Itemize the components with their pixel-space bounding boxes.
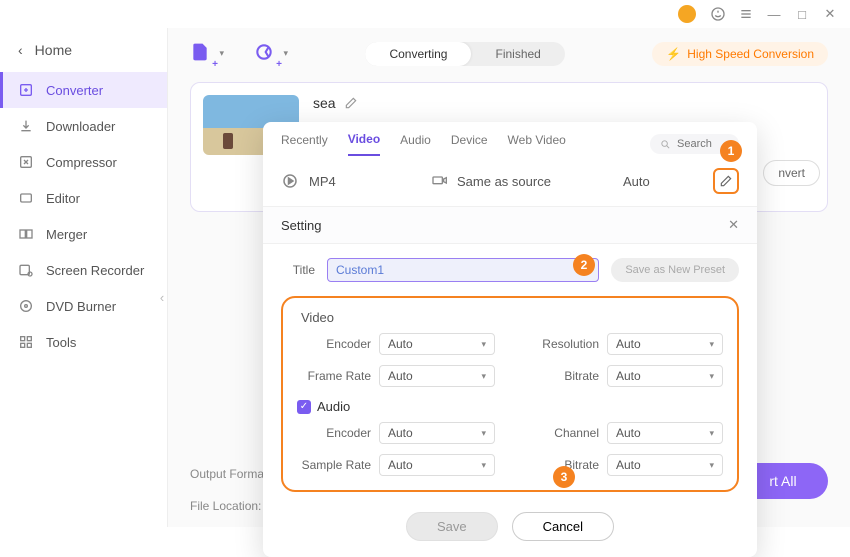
callout-2: 2 <box>573 254 595 276</box>
sidebar-item-converter[interactable]: Converter <box>0 72 167 108</box>
plus-icon: + <box>276 59 282 70</box>
setting-header-label: Setting <box>281 218 321 233</box>
source-icon <box>431 173 447 189</box>
audio-bitrate-select[interactable]: Auto▾ <box>607 454 723 476</box>
sidebar-item-label: Screen Recorder <box>46 263 144 278</box>
audio-checkbox[interactable]: ✓ <box>297 400 311 414</box>
sidebar-collapse-button[interactable]: ‹ <box>155 278 169 318</box>
tab-device[interactable]: Device <box>451 133 488 155</box>
titlebar: — □ ✕ <box>0 0 850 28</box>
support-icon[interactable] <box>710 6 726 22</box>
sidebar-item-label: Editor <box>46 191 80 206</box>
callout-3: 3 <box>553 466 575 488</box>
toolbar: + ▾ + ▾ Converting Finished ⚡ High Speed… <box>190 42 828 66</box>
tab-audio[interactable]: Audio <box>400 133 431 155</box>
output-format-label: Output Format: <box>190 467 271 481</box>
sidebar-item-compressor[interactable]: Compressor <box>0 144 167 180</box>
format-icon <box>281 172 299 190</box>
video-group-title: Video <box>301 310 723 325</box>
close-settings-icon[interactable]: ✕ <box>728 217 739 233</box>
convert-button-peek[interactable]: nvert <box>763 160 820 186</box>
sample-rate-label: Sample Rate <box>297 458 371 472</box>
video-bitrate-select[interactable]: Auto▾ <box>607 365 723 387</box>
high-speed-toggle[interactable]: ⚡ High Speed Conversion <box>652 42 828 66</box>
chevron-down-icon: ▾ <box>283 48 288 59</box>
tab-finished[interactable]: Finished <box>471 42 564 66</box>
edit-preset-button[interactable] <box>713 168 739 194</box>
plus-icon: + <box>212 59 218 70</box>
lightning-icon: ⚡ <box>666 47 681 61</box>
home-label: Home <box>35 42 72 58</box>
sidebar-item-downloader[interactable]: Downloader <box>0 108 167 144</box>
add-file-button[interactable]: + ▾ <box>190 42 214 66</box>
encoder-label: Encoder <box>297 337 371 351</box>
sidebar: ‹ Home Converter Downloader Compressor E… <box>0 28 168 527</box>
download-icon <box>18 118 34 134</box>
sidebar-item-label: Converter <box>46 83 103 98</box>
sidebar-item-label: Downloader <box>46 119 115 134</box>
resolution-label: Resolution <box>525 337 599 351</box>
same-as-source-label: Same as source <box>457 174 551 189</box>
compress-icon <box>18 154 34 170</box>
view-segment: Converting Finished <box>365 42 564 66</box>
channel-label: Channel <box>525 426 599 440</box>
hs-label: High Speed Conversion <box>687 47 814 61</box>
audio-encoder-select[interactable]: Auto▾ <box>379 422 495 444</box>
converter-icon <box>18 82 34 98</box>
merger-icon <box>18 226 34 242</box>
menu-icon[interactable] <box>738 6 754 22</box>
edit-title-icon[interactable] <box>344 96 358 110</box>
search-icon <box>660 139 671 150</box>
sample-rate-select[interactable]: Auto▾ <box>379 454 495 476</box>
add-url-button[interactable]: + ▾ <box>254 42 278 66</box>
disc-icon <box>18 298 34 314</box>
format-name: MP4 <box>309 174 336 189</box>
sidebar-item-tools[interactable]: Tools <box>0 324 167 360</box>
minimize-button[interactable]: — <box>766 6 782 22</box>
close-button[interactable]: ✕ <box>822 6 838 22</box>
settings-group: Video Encoder Auto▾ Resolution Auto▾ Frame… <box>281 296 739 492</box>
preset-row[interactable]: MP4 Same as source Auto <box>263 156 757 207</box>
sidebar-item-dvd-burner[interactable]: DVD Burner <box>0 288 167 324</box>
media-title: sea <box>313 95 336 111</box>
tab-video[interactable]: Video <box>348 132 380 156</box>
tab-converting[interactable]: Converting <box>365 42 471 66</box>
maximize-button[interactable]: □ <box>794 6 810 22</box>
sidebar-item-editor[interactable]: Editor <box>0 180 167 216</box>
sidebar-item-label: Compressor <box>46 155 117 170</box>
avatar[interactable] <box>678 5 696 23</box>
preset-title-input[interactable] <box>327 258 599 282</box>
title-label: Title <box>281 263 315 277</box>
sidebar-item-merger[interactable]: Merger <box>0 216 167 252</box>
chevron-left-icon: ‹ <box>18 42 23 58</box>
audio-encoder-label: Encoder <box>297 426 371 440</box>
frame-rate-select[interactable]: Auto▾ <box>379 365 495 387</box>
frame-rate-label: Frame Rate <box>297 369 371 383</box>
file-location-label: File Location: <box>190 499 271 513</box>
sidebar-item-label: DVD Burner <box>46 299 116 314</box>
sidebar-item-screen-recorder[interactable]: Screen Recorder <box>0 252 167 288</box>
tab-recently[interactable]: Recently <box>281 133 328 155</box>
audio-group-title: Audio <box>317 399 350 414</box>
sidebar-item-label: Tools <box>46 335 76 350</box>
save-as-preset-button[interactable]: Save as New Preset <box>611 258 739 282</box>
format-tabs: Recently Video Audio Device Web Video <box>263 122 757 156</box>
auto-label: Auto <box>623 174 713 189</box>
tab-web-video[interactable]: Web Video <box>508 133 566 155</box>
settings-panel: Recently Video Audio Device Web Video MP… <box>263 122 757 557</box>
callout-1: 1 <box>720 140 742 162</box>
chevron-down-icon: ▾ <box>219 48 224 59</box>
bitrate-label: Bitrate <box>525 369 599 383</box>
video-encoder-select[interactable]: Auto▾ <box>379 333 495 355</box>
recorder-icon <box>18 262 34 278</box>
resolution-select[interactable]: Auto▾ <box>607 333 723 355</box>
home-link[interactable]: ‹ Home <box>0 36 167 72</box>
channel-select[interactable]: Auto▾ <box>607 422 723 444</box>
sidebar-item-label: Merger <box>46 227 87 242</box>
tools-icon <box>18 334 34 350</box>
editor-icon <box>18 190 34 206</box>
